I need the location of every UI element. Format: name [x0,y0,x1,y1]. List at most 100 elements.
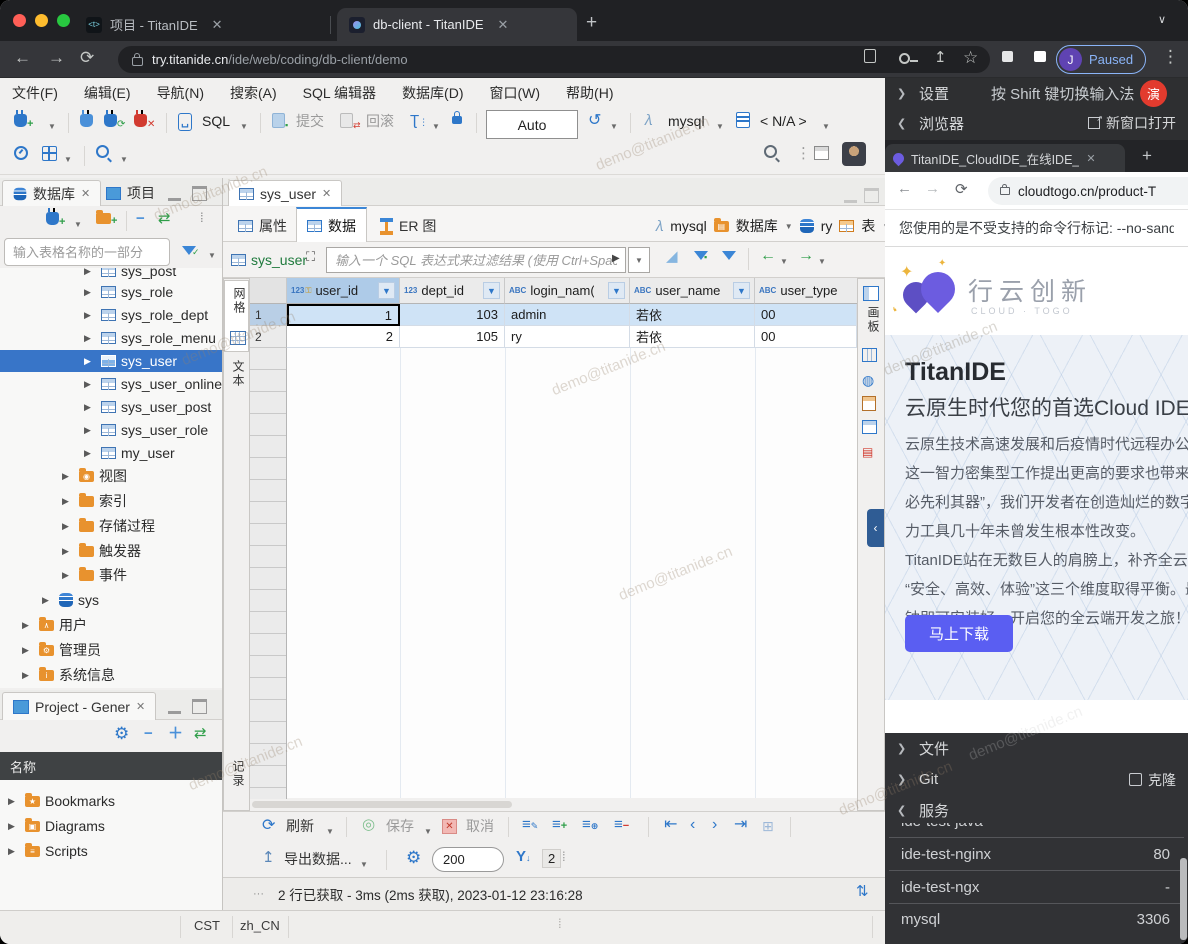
gear-icon[interactable]: ⚙ [114,726,129,742]
menu-help[interactable]: 帮助(H) [566,83,613,103]
download-button[interactable]: 马上下载 [905,615,1013,652]
lock-toolbar-icon[interactable] [452,112,462,128]
tree-item-sys_user_online[interactable]: ▶sys_user_online [0,373,222,395]
status-ellipsis[interactable]: ··· [253,888,264,900]
view-menu-icon[interactable]: ⁞ [200,210,204,226]
reconnect-icon[interactable]: ⟳ [104,114,125,133]
new-folder-icon[interactable]: + [96,212,117,229]
minimize-panel-icon[interactable] [168,190,181,201]
filter-dropdown-icon[interactable]: ▼ [208,248,216,264]
service-row[interactable]: ide-test-nginx80 [889,838,1184,871]
fetch-size-icon[interactable]: Y↓ [516,849,531,866]
git-clone-button[interactable]: 克隆 [1129,770,1176,790]
export-data-button[interactable]: 导出数据... [284,851,352,867]
filter-funnel-icon[interactable]: ✓ [182,243,200,260]
fetch-all-icon[interactable]: ⊞ [762,818,774,834]
column-header-user_id[interactable]: 123⚿ user_id ▼ [287,278,400,304]
maximize-panel-icon[interactable] [192,186,207,201]
minimize-panel-icon[interactable] [168,703,181,714]
tab-project-navigator[interactable]: 项目 [96,180,165,206]
refresh-button[interactable]: 刷新 [286,818,314,834]
tree-item-sys_post[interactable]: ▶sys_post [0,268,222,282]
preview-new-tab-button[interactable]: + [1142,146,1152,166]
new-connection-dropdown-icon[interactable]: ▼ [48,119,56,135]
connection-sync-icon[interactable]: ⇅ [856,884,869,900]
expand-all-icon[interactable]: ＋ [168,726,183,742]
tree-item-sys-database[interactable]: ▶sys [0,589,222,611]
close-tab-icon[interactable]: ✕ [498,17,509,33]
horizontal-scrollbar[interactable] [250,799,857,810]
share-icon[interactable]: ↥ [934,48,947,66]
mac-zoom-button[interactable] [57,14,70,27]
project-item-diagrams[interactable]: ▶▣Diagrams [0,815,222,837]
side-panel-icon[interactable] [1034,49,1046,66]
perspective-avatar-icon[interactable] [842,142,866,170]
schema-dropdown-icon[interactable]: ▼ [822,119,830,135]
rollback-button[interactable]: 回滚 [366,113,394,129]
close-tab-icon[interactable]: ✕ [1086,152,1095,165]
project-name-header[interactable]: 名称 [0,752,222,780]
eraser-icon[interactable]: ◢ [666,249,678,265]
restore-panel-handle[interactable]: ‹ [867,509,884,547]
tree-item-my_user[interactable]: ▶my_user [0,442,222,464]
breadcrumb-database-label[interactable]: 数据库 [736,216,778,236]
tab-properties[interactable]: 属性 [230,210,295,242]
tree-item-system-info[interactable]: ▶i系统信息 [0,664,222,686]
link-with-editor-icon[interactable]: ⇄ [158,211,171,227]
back-icon[interactable]: ← [14,48,31,68]
first-page-icon[interactable]: ⇤ [664,817,677,833]
save-button[interactable]: 保存 [386,818,414,834]
cancel-button[interactable]: 取消 [466,818,494,834]
nav-new-connection-icon[interactable]: + [46,212,65,230]
row-header[interactable]: 2 [250,326,287,348]
project-item-scripts[interactable]: ▶≡Scripts [0,840,222,862]
timezone-status[interactable]: CST [194,918,220,933]
breadcrumb-connection[interactable]: mysql [670,218,707,234]
save-dropdown-icon[interactable]: ▼ [424,824,432,840]
calculator-icon[interactable] [862,396,876,415]
refresh-dropdown-icon[interactable]: ▼ [326,824,334,840]
grid-view-tab[interactable]: 网格 [224,280,249,352]
sql-editor-button[interactable]: SQL [202,113,230,129]
filter-history-dropdown[interactable]: ▼ [628,247,650,273]
menu-navigate[interactable]: 导航(N) [157,83,204,103]
add-row-icon[interactable]: ≡+ [552,817,567,834]
tree-item-views[interactable]: ▶◉视图 [0,465,222,487]
tree-item-sys_role[interactable]: ▶sys_role [0,281,222,303]
tree-item-sys_user_role[interactable]: ▶sys_user_role [0,419,222,441]
nav-back-dropdown-icon[interactable]: ▼ [780,254,788,270]
editor-tab-sys_user[interactable]: sys_user ✕ [228,180,342,206]
minimize-editor-icon[interactable] [844,192,857,203]
menu-sql-editor[interactable]: SQL 编辑器 [303,83,376,103]
nav-forward-dropdown-icon[interactable]: ▼ [818,254,826,270]
open-new-window-button[interactable]: ↗ 新窗口打开 [1088,113,1176,133]
expand-filter-icon[interactable]: ⛶ [306,249,315,265]
clipboard-icon[interactable] [864,49,876,67]
profile-button[interactable]: J Paused [1056,45,1146,74]
close-icon[interactable]: ✕ [136,700,145,713]
tree-item-sys_user_post[interactable]: ▶sys_user_post [0,396,222,418]
sort-icon[interactable]: ▼ [378,282,395,299]
browser-tab-dbclient[interactable]: db-client - TitanIDE ✕ [337,8,577,41]
cell-user_type[interactable]: 00 [755,326,857,348]
metadata-panel-icon[interactable] [862,420,877,438]
last-page-icon[interactable]: ⇥ [734,817,747,833]
filter-expand-arrow-icon[interactable]: ▶ [612,251,620,267]
cell-user_id[interactable]: 2 [287,326,400,348]
service-row[interactable]: mysql3306 [889,903,1184,936]
tab-project-general[interactable]: Project - Gener ✕ [2,692,156,720]
perspective-grid-icon[interactable] [814,146,829,164]
forward-icon[interactable]: → [48,48,65,68]
mac-close-button[interactable] [13,14,26,27]
browser-section-header[interactable]: ❮ 浏览器 ↗ 新窗口打开 [885,108,1188,138]
close-tab-icon[interactable]: ✕ [212,17,223,33]
sort-icon[interactable]: ▼ [733,282,750,299]
history-icon[interactable]: ↺ [588,113,601,129]
fetch-size-input[interactable] [432,847,504,872]
sql-filter-input[interactable] [326,247,626,273]
services-scrollbar[interactable] [1180,858,1187,940]
column-header-dept_id[interactable]: 123 dept_id ▼ [400,278,505,304]
tree-item-administrators[interactable]: ▶⚙管理员 [0,639,222,661]
preview-forward-icon[interactable]: → [925,180,940,197]
toolbar-overflow-icon[interactable]: ⋮ [796,146,811,162]
